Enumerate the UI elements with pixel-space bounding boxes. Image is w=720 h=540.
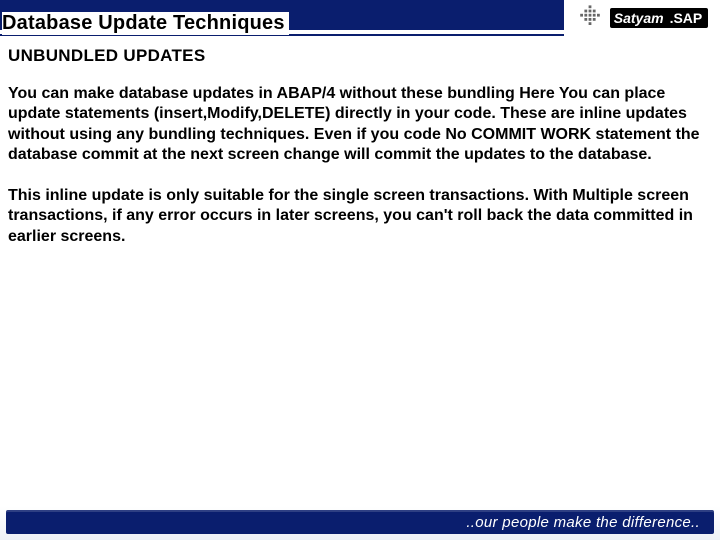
section-subheading: UNBUNDLED UPDATES — [8, 46, 708, 66]
slide-title: Database Update Techniques — [2, 12, 289, 35]
title-area: Database Update Techniques — [0, 0, 564, 36]
brand-logo-area: Satyam.SAP — [564, 0, 720, 36]
paragraph-1: You can make database updates in ABAP/4 … — [8, 84, 708, 166]
slide-header: Database Update Techniques — [0, 0, 720, 36]
satyam-geometric-icon — [576, 4, 604, 32]
footer-blue-band: ..our people make the difference.. — [6, 510, 714, 534]
paragraph-2: This inline update is only suitable for … — [8, 186, 708, 247]
slide-footer: ..our people make the difference.. — [0, 506, 720, 540]
slide: Database Update Techniques — [0, 0, 720, 540]
slide-body: UNBUNDLED UPDATES You can make database … — [0, 36, 720, 506]
brand-wordmark: Satyam.SAP — [610, 8, 709, 28]
brand-sap-text: .SAP — [668, 8, 709, 28]
brand-satyam-text: Satyam — [610, 8, 668, 28]
footer-tagline: ..our people make the difference.. — [466, 514, 700, 531]
